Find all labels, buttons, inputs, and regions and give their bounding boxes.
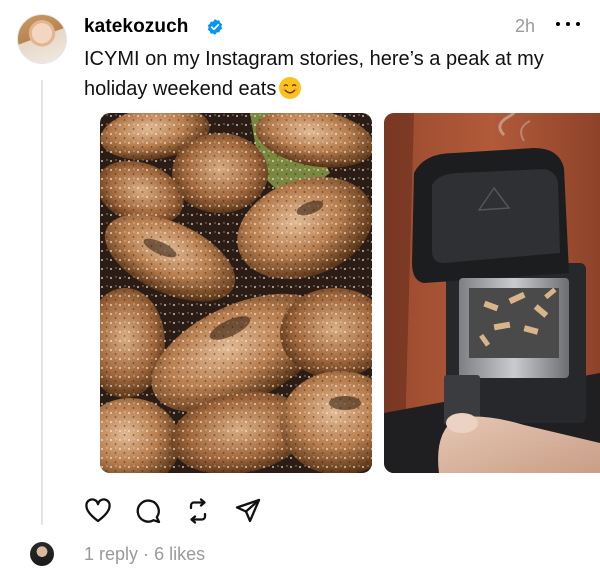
author-avatar[interactable] [17,14,67,64]
dot-icon [556,22,560,26]
wings-photo-graphic [100,113,372,473]
more-options-button[interactable] [556,14,580,34]
reply-icon[interactable] [134,497,162,525]
post-actions-bar [84,497,284,525]
like-icon[interactable] [84,497,112,525]
post-timestamp: 2h [515,16,536,36]
dot-icon [566,22,570,26]
post-stats: 1 reply · 6 likes [84,544,205,565]
smiling-face-emoji-icon [279,77,302,99]
verified-badge-icon [207,19,223,35]
author-username[interactable]: katekozuch [84,16,188,38]
repost-icon[interactable] [184,497,212,525]
caption-text: ICYMI on my Instagram stories, here’s a … [84,48,544,100]
post-caption: ICYMI on my Instagram stories, here’s a … [84,44,584,104]
stats-separator: · [143,544,150,564]
share-icon[interactable] [234,497,262,525]
dot-icon [576,22,580,26]
wings-photo[interactable] [100,113,372,473]
thread-line [41,80,43,525]
smoker-box-photo[interactable] [384,113,600,473]
replier-avatar[interactable] [30,542,54,566]
like-count[interactable]: 6 likes [154,544,205,564]
reply-count[interactable]: 1 reply [84,544,138,564]
smoker-box-photo-graphic [384,113,600,473]
